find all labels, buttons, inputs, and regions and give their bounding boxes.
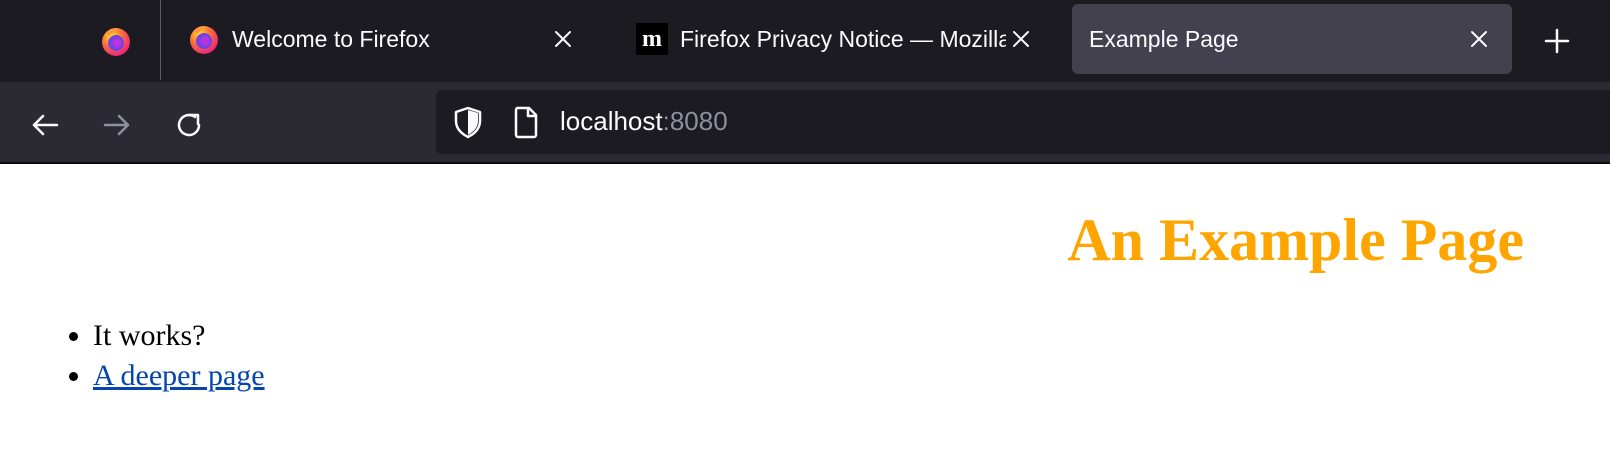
- url-port: :8080: [662, 106, 728, 136]
- page-heading: An Example Page: [1067, 207, 1524, 273]
- tab-title: Welcome to Firefox: [232, 25, 430, 52]
- reload-icon: [177, 113, 201, 137]
- list-item: It works?: [93, 316, 265, 356]
- forward-button[interactable]: [94, 102, 140, 148]
- tab-title: Firefox Privacy Notice — Mozilla: [680, 25, 1006, 52]
- navigation-toolbar: localhost:8080: [0, 82, 1610, 164]
- plus-icon: [1544, 28, 1570, 54]
- tab-example-page[interactable]: Example Page: [1072, 4, 1512, 74]
- svg-text:m: m: [642, 26, 662, 52]
- mozilla-m-icon: m: [636, 23, 668, 55]
- tab-separator: [160, 0, 161, 80]
- tab-firefox-privacy-notice[interactable]: m Firefox Privacy Notice — Mozilla: [620, 4, 1040, 74]
- close-icon: [1013, 31, 1029, 47]
- list-item: A deeper page: [93, 356, 265, 396]
- shield-icon[interactable]: [450, 104, 486, 140]
- tab-welcome-to-firefox[interactable]: Welcome to Firefox: [168, 4, 596, 74]
- tab-strip: Welcome to Firefox m Firefox Privacy Not…: [0, 0, 1610, 82]
- page-content: An Example Page It works? A deeper page: [0, 164, 1610, 468]
- firefox-icon: [102, 28, 130, 56]
- deeper-page-link[interactable]: A deeper page: [93, 359, 265, 392]
- page-icon[interactable]: [508, 104, 544, 140]
- close-icon: [1471, 31, 1487, 47]
- firefox-icon: [190, 26, 218, 54]
- arrow-left-icon: [32, 114, 59, 136]
- arrow-right-icon: [103, 114, 130, 136]
- close-tab-button[interactable]: [1464, 24, 1494, 54]
- close-icon: [555, 31, 571, 47]
- page-list: It works? A deeper page: [54, 316, 265, 396]
- tab-title: Example Page: [1089, 25, 1239, 52]
- close-tab-button[interactable]: [548, 24, 578, 54]
- url-host: localhost: [560, 106, 663, 136]
- back-button[interactable]: [22, 102, 68, 148]
- new-tab-button[interactable]: [1538, 22, 1576, 60]
- pinned-tab-firefox[interactable]: [74, 5, 158, 77]
- close-tab-button[interactable]: [1006, 24, 1036, 54]
- list-item-text: It works?: [93, 319, 206, 352]
- reload-button[interactable]: [166, 102, 212, 148]
- url-text[interactable]: localhost:8080: [560, 106, 728, 137]
- url-bar[interactable]: localhost:8080: [436, 90, 1610, 154]
